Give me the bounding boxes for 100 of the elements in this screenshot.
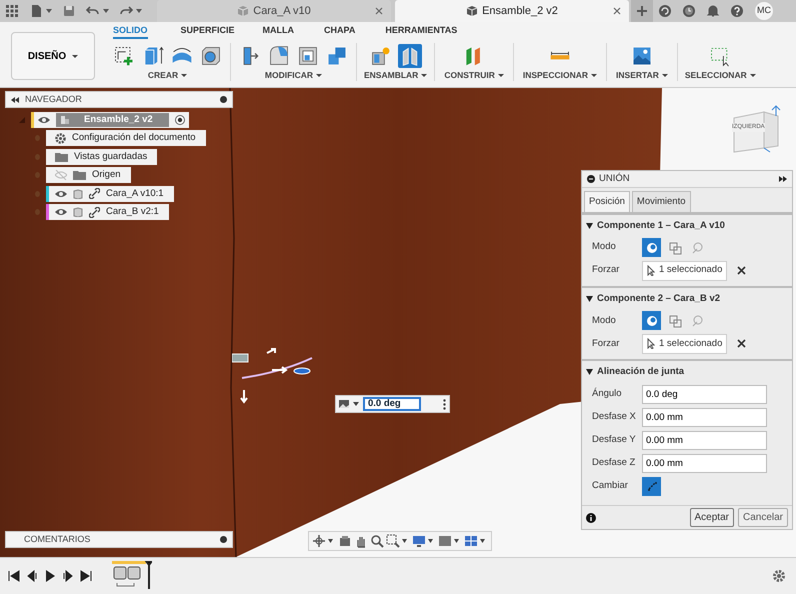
section-header[interactable]: Componente 2 – Cara_B v2 [586,292,788,306]
orbit-icon[interactable] [312,534,326,548]
add-icon[interactable] [220,536,227,543]
toolbar-tab[interactable]: SUPERFICIE [180,22,235,39]
expand-icon[interactable] [779,176,787,182]
point-snap-icon[interactable] [644,240,658,254]
section-header[interactable]: Alineación de junta [586,365,788,380]
collapse-icon[interactable] [586,296,593,302]
sketch-icon[interactable] [113,45,135,67]
collapse-icon[interactable] [586,369,593,376]
plus-icon[interactable] [636,5,648,17]
navigator-item[interactable]: Origen [46,167,131,184]
hole-icon[interactable] [200,45,222,67]
group-menu[interactable]: INSERTAR [616,70,668,81]
clock-icon[interactable] [682,4,696,18]
input-field[interactable]: 0.0 deg [642,384,767,404]
navigator-item[interactable]: Cara_B v2:1 [46,204,169,220]
caret-icon[interactable] [46,9,52,13]
navigator-item[interactable]: Ensamble_2 v2 [31,112,189,128]
cancel-button[interactable]: Cancelar [738,508,788,527]
close-icon[interactable] [375,6,383,15]
settings-icon[interactable] [772,569,786,583]
pin-icon[interactable] [220,96,227,103]
tab-title[interactable]: Ensamble_2 v2 [482,2,558,20]
input-field[interactable]: 0.00 mm [642,408,767,426]
toolbar-tab[interactable]: SOLIDO [113,22,148,39]
group-menu[interactable]: INSPECCIONAR [522,70,598,81]
caret-icon[interactable] [353,402,359,406]
tab-title[interactable]: Cara_A v10 [253,2,311,20]
toolbar-tab[interactable]: CHAPA [324,22,356,39]
eye-icon[interactable] [55,190,67,198]
more-icon[interactable] [443,398,446,410]
display-icon[interactable] [412,534,426,548]
step-forward-icon[interactable] [62,570,74,582]
play-icon[interactable] [44,570,56,582]
caret-icon[interactable] [328,539,333,543]
accept-button[interactable]: Aceptar [690,508,734,527]
group-menu[interactable]: ENSAMBLAR [364,70,428,81]
eye-icon[interactable] [55,208,67,216]
group-menu[interactable]: MODIFICAR [264,70,322,81]
navigator-item[interactable]: Configuración del documento [46,130,206,146]
image-icon[interactable] [339,400,349,408]
between-icon[interactable] [668,240,682,254]
document-tab[interactable]: Ensamble_2 v2 [395,0,629,22]
caret-icon[interactable] [402,539,407,543]
caret-icon[interactable] [136,9,142,13]
group-menu[interactable]: CONSTRUIR [444,70,504,81]
caret-icon[interactable] [428,539,433,543]
group-menu[interactable]: CREAR [148,70,188,81]
clear-icon[interactable] [737,339,746,348]
user-avatar[interactable]: MC [755,2,773,20]
group-menu[interactable]: SELECCIONAR [684,70,756,81]
between-icon[interactable] [668,314,682,328]
shell-icon[interactable] [297,45,319,67]
clear-icon[interactable] [737,266,746,275]
fillet-icon[interactable] [268,45,290,67]
combine-icon[interactable] [326,45,348,67]
section-header[interactable]: Componente 1 – Cara_A v10 [586,218,788,233]
caret-icon[interactable] [103,9,109,13]
zoom-window-icon[interactable] [386,534,400,548]
step-back-icon[interactable] [26,570,38,582]
panel-tab[interactable]: Movimiento [632,190,690,212]
radio-icon[interactable] [174,114,185,125]
navigator-item[interactable]: Vistas guardadas [46,148,158,165]
new-component-icon[interactable] [370,45,392,67]
workspace-menu[interactable]: DISEÑO [11,32,95,80]
skip-end-icon[interactable] [80,570,92,582]
document-tab[interactable]: Cara_A v10 [157,0,391,22]
eye-icon[interactable] [38,116,50,124]
selection-field[interactable]: 1 seleccionado [642,260,728,280]
zoom-icon[interactable] [370,534,384,548]
navigator-item[interactable]: Cara_A v10:1 [46,186,174,202]
file-icon[interactable] [29,4,43,18]
point-snap-icon[interactable] [644,314,658,328]
skip-start-icon[interactable] [8,570,20,582]
sync-icon[interactable] [658,4,672,18]
value-input[interactable]: 0.0 deg [363,397,421,411]
collapse-icon[interactable] [586,222,593,229]
look-at-icon[interactable] [338,534,352,548]
close-icon[interactable] [613,6,621,15]
collapse-icon[interactable] [11,96,19,102]
input-field[interactable]: 0.00 mm [642,454,767,472]
selection-field[interactable]: 1 seleccionado [642,334,728,354]
info-icon[interactable] [586,512,596,522]
app-grid-icon[interactable] [5,4,19,18]
selection-icon[interactable] [709,45,732,67]
visual-style-icon[interactable] [438,534,452,548]
timeline-joints-drawing[interactable] [112,561,152,591]
caret-icon[interactable] [454,539,459,543]
panel-tab[interactable]: Posición [584,190,630,212]
flip-button[interactable] [642,476,661,496]
toolbar-tab[interactable]: MALLA [262,22,294,39]
caret-icon[interactable] [480,539,485,543]
help-icon[interactable] [730,4,744,18]
stop-icon[interactable] [587,175,595,183]
input-field[interactable]: 0.00 mm [642,430,767,450]
save-icon[interactable] [62,4,76,18]
image-icon[interactable] [630,45,653,67]
bell-icon[interactable] [706,4,720,18]
grid-icon[interactable] [464,534,478,548]
